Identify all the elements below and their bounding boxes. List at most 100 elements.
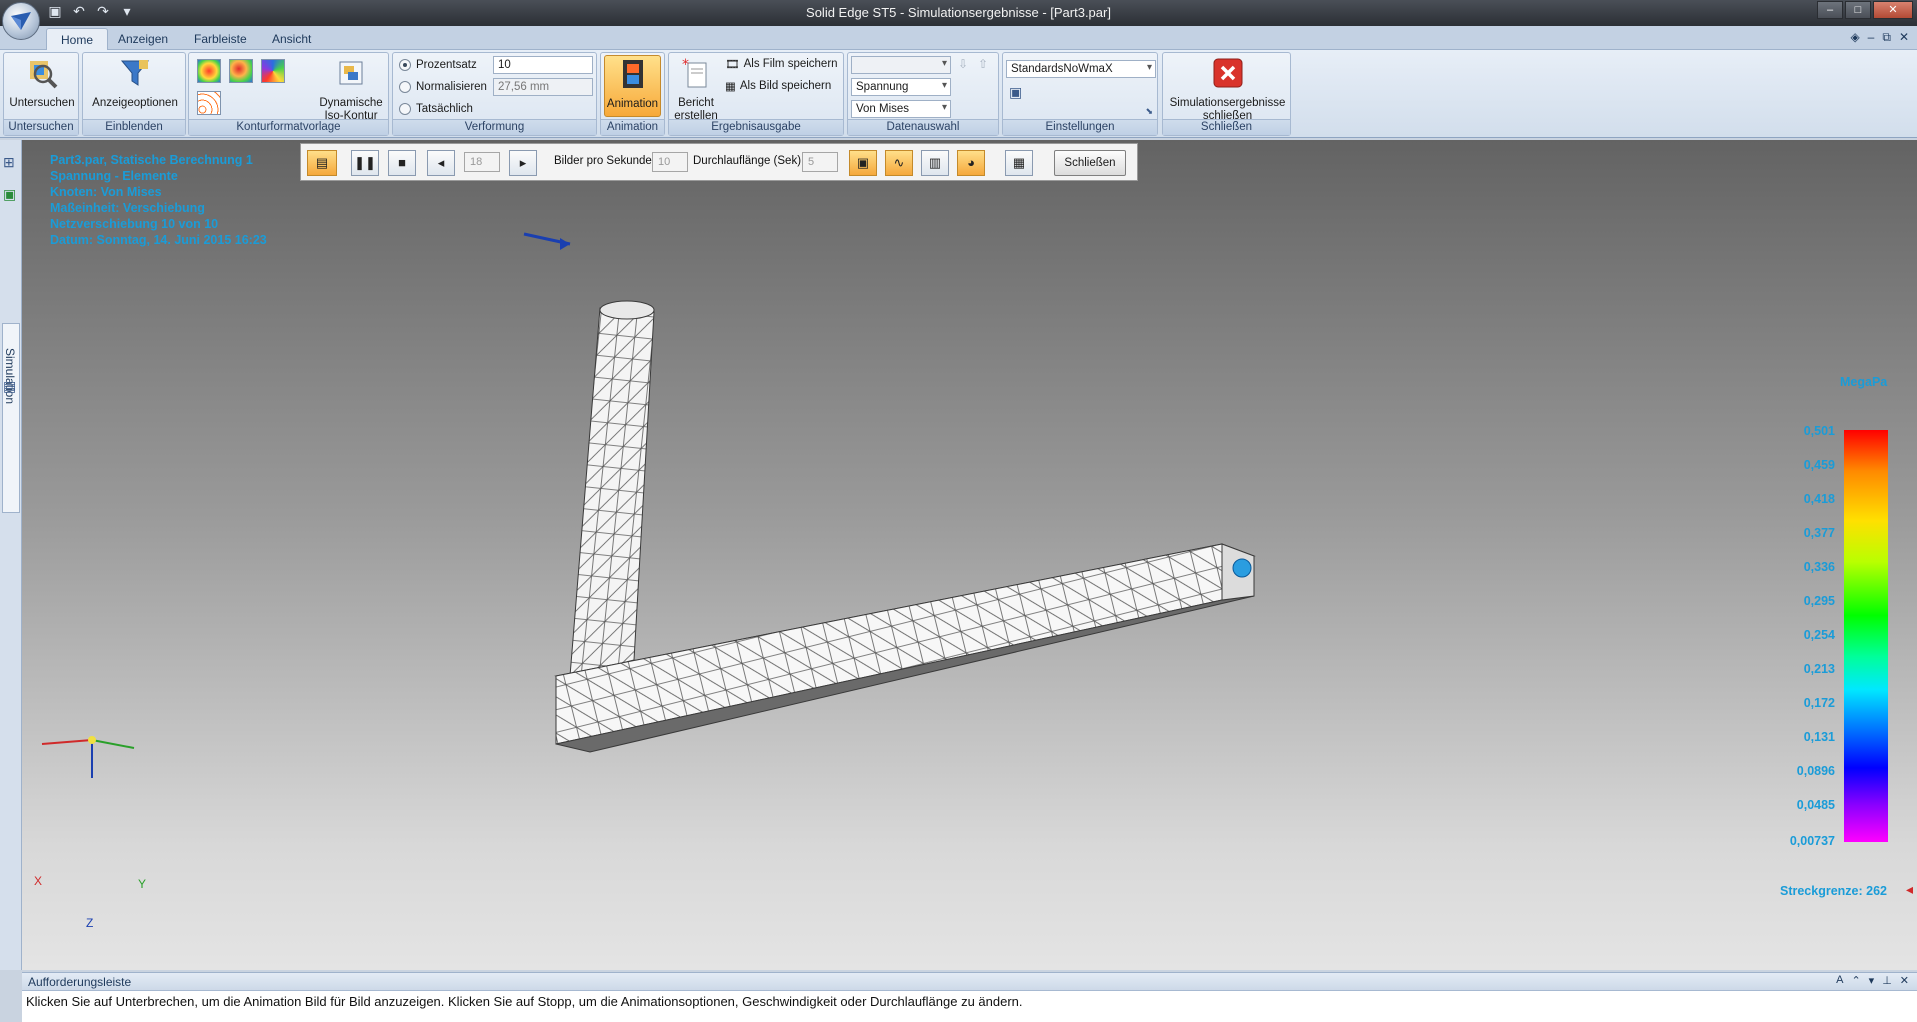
legend-value: 0,172 bbox=[1803, 696, 1835, 710]
schliessen-label-1: Simulationsergebnisse bbox=[1169, 97, 1286, 109]
group-label-schliessen: Schließen bbox=[1163, 119, 1290, 135]
tab-anzeigen[interactable]: Anzeigen bbox=[104, 28, 182, 50]
group-verformung: Prozentsatz Normalisieren Tatsächlich 10… bbox=[392, 52, 597, 136]
tab-farbleiste[interactable]: Farbleiste bbox=[180, 28, 261, 50]
einstellungen-combo[interactable]: StandardsNoWmaX bbox=[1006, 60, 1156, 78]
maximize-button[interactable]: □ bbox=[1845, 1, 1871, 19]
window-title: Solid Edge ST5 - Simulationsergebnisse -… bbox=[806, 5, 1111, 20]
title-bar: Solid Edge ST5 - Simulationsergebnisse -… bbox=[0, 0, 1917, 26]
dropdown-icon[interactable]: ▾ bbox=[1869, 974, 1875, 987]
group-konturformatvorlage: Dynamische Iso-Kontur Konturformatvorlag… bbox=[188, 52, 389, 136]
group-label-kontur: Konturformatvorlage bbox=[189, 119, 388, 135]
ribbon-tabs: Home Anzeigen Farbleiste Ansicht ◈ – ⧉ ✕ bbox=[0, 26, 1917, 50]
legend-value: 0,254 bbox=[1803, 628, 1835, 642]
close-icon[interactable]: ✕ bbox=[1900, 974, 1909, 987]
animation-button[interactable]: Animation bbox=[604, 55, 661, 117]
redo-icon[interactable]: ↷ bbox=[94, 3, 112, 20]
group-label-untersuchen: Untersuchen bbox=[4, 119, 78, 135]
magnifier-icon bbox=[30, 61, 58, 89]
group-ergebnisausgabe: * Bericht erstellen 🎞 Als Film speichern… bbox=[668, 52, 844, 136]
group-label-ergebnis: Ergebnisausgabe bbox=[669, 119, 843, 135]
film-icon bbox=[622, 60, 643, 88]
group-label-animation: Animation bbox=[601, 119, 664, 135]
arrow-down-icon[interactable]: ⇩ bbox=[958, 57, 968, 71]
spannung-combo[interactable]: Spannung bbox=[851, 78, 951, 96]
untersuchen-button[interactable]: Untersuchen bbox=[8, 55, 76, 110]
bericht-label-1: Bericht bbox=[678, 97, 714, 109]
group-label-verformung: Verformung bbox=[393, 119, 596, 135]
color-legend-bar bbox=[1844, 430, 1888, 842]
normalisieren-input[interactable]: 27,56 mm bbox=[493, 78, 593, 96]
radio-prozentsatz[interactable]: Prozentsatz bbox=[399, 59, 477, 71]
prozentsatz-input[interactable]: 10 bbox=[493, 56, 593, 74]
legend-value: 0,418 bbox=[1803, 492, 1835, 506]
solid-edge-logo-icon bbox=[11, 12, 31, 30]
iso-kontur-label-1: Dynamische bbox=[319, 97, 383, 109]
group-label-daten: Datenauswahl bbox=[848, 119, 998, 135]
film-save-icon: 🎞 bbox=[725, 59, 740, 71]
legend-value: 0,0485 bbox=[1796, 798, 1835, 812]
close-red-icon bbox=[1213, 58, 1242, 88]
prompt-text: Klicken Sie auf Unterbrechen, um die Ani… bbox=[26, 994, 1023, 1009]
minimize-button[interactable]: – bbox=[1817, 1, 1843, 19]
contour-mesh-icon[interactable] bbox=[261, 59, 285, 83]
save-icon[interactable]: ▣ bbox=[46, 3, 64, 20]
radio-normalisieren[interactable]: Normalisieren bbox=[399, 81, 487, 93]
doc-restore-icon[interactable]: ⧉ bbox=[1882, 30, 1891, 45]
radio-prozentsatz-label: Prozentsatz bbox=[416, 59, 477, 71]
group-datenauswahl: Spannung Von Mises ⇩ ⇧ Datenauswahl bbox=[847, 52, 999, 136]
contour-lines-icon[interactable] bbox=[197, 91, 221, 115]
als-film-speichern-button[interactable]: 🎞 Als Film speichern bbox=[725, 57, 838, 71]
von-mises-combo[interactable]: Von Mises bbox=[851, 100, 951, 118]
yield-strength-label: Streckgrenze: 262 bbox=[1779, 884, 1887, 898]
application-button[interactable] bbox=[2, 2, 40, 40]
quick-access-toolbar: ▣ ↶ ↷ ▾ bbox=[46, 3, 136, 20]
mesh-model bbox=[41, 232, 1256, 778]
legend-value: 0,501 bbox=[1803, 424, 1835, 438]
layers-icon[interactable]: ▤ bbox=[3, 378, 16, 395]
legend-value: 0,336 bbox=[1803, 560, 1835, 574]
doc-close-icon[interactable]: ✕ bbox=[1899, 30, 1909, 45]
dialog-launcher-icon[interactable]: ⬊ bbox=[1145, 106, 1153, 117]
funnel-icon bbox=[120, 60, 150, 86]
data-combo-1[interactable] bbox=[851, 56, 951, 74]
close-window-button[interactable]: ✕ bbox=[1873, 1, 1913, 19]
customize-qat-icon[interactable]: ▾ bbox=[118, 3, 136, 20]
collapse-icon[interactable]: ⌃ bbox=[1851, 974, 1860, 987]
save-settings-icon[interactable]: ▣ bbox=[1009, 84, 1022, 101]
anzeigeoptionen-button[interactable]: Anzeigeoptionen bbox=[87, 55, 183, 110]
radio-prozentsatz-dot[interactable] bbox=[399, 59, 411, 71]
als-bild-speichern-button[interactable]: ▦ Als Bild speichern bbox=[725, 79, 831, 93]
undo-icon[interactable]: ↶ bbox=[70, 3, 88, 20]
radio-tatsaechlich-label: Tatsächlich bbox=[416, 103, 473, 115]
group-schliessen: Simulationsergebnisse schließen Schließe… bbox=[1162, 52, 1291, 136]
arrow-up-icon[interactable]: ⇧ bbox=[978, 57, 988, 71]
contour-smooth-icon[interactable] bbox=[229, 59, 253, 83]
pin-icon[interactable]: ⊥ bbox=[1882, 974, 1892, 987]
als-film-label: Als Film speichern bbox=[743, 58, 838, 70]
3d-viewport[interactable]: Part3.par, Statische Berechnung 1 Spannu… bbox=[22, 140, 1917, 970]
radio-tatsaechlich[interactable]: Tatsächlich bbox=[399, 103, 473, 115]
simulationsergebnisse-schliessen-button[interactable]: Simulationsergebnisse schließen bbox=[1165, 55, 1290, 123]
animation-label: Animation bbox=[606, 98, 659, 110]
anzeigeoptionen-label: Anzeigeoptionen bbox=[92, 97, 178, 109]
als-bild-label: Als Bild speichern bbox=[739, 80, 832, 92]
simulation-tab-label: Simulation bbox=[3, 348, 17, 405]
legend-value: 0,213 bbox=[1803, 662, 1835, 676]
font-size-icon[interactable]: A bbox=[1836, 974, 1843, 987]
triad-x-label: X bbox=[34, 874, 43, 888]
bericht-erstellen-button[interactable]: * Bericht erstellen bbox=[673, 55, 719, 123]
window-controls: – □ ✕ bbox=[1817, 1, 1913, 19]
doc-minimize-icon[interactable]: – bbox=[1868, 30, 1875, 45]
simulation-tab-icon[interactable]: ▣ bbox=[3, 186, 16, 203]
legend-value: 0,377 bbox=[1803, 526, 1835, 540]
contour-fill-icon[interactable] bbox=[197, 59, 221, 83]
radio-normalisieren-dot[interactable] bbox=[399, 81, 411, 93]
pathfinder-icon[interactable]: ⊞ bbox=[3, 154, 15, 171]
dynamische-iso-kontur-button[interactable]: Dynamische Iso-Kontur bbox=[315, 55, 387, 123]
help-icon[interactable]: ◈ bbox=[1850, 30, 1859, 45]
tab-ansicht[interactable]: Ansicht bbox=[258, 28, 325, 50]
tab-home[interactable]: Home bbox=[46, 28, 109, 50]
prompt-bar-controls: A ⌃ ▾ ⊥ ✕ bbox=[1836, 974, 1909, 987]
radio-tatsaechlich-dot[interactable] bbox=[399, 103, 411, 115]
